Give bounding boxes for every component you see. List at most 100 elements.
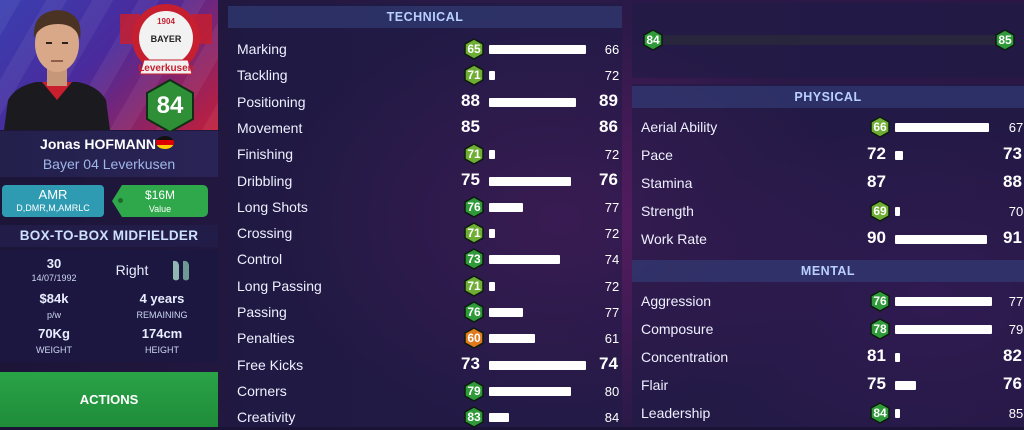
attribute-row-aggression: Aggression 76 77 [641,288,1023,314]
player-value-label: Value [148,204,172,214]
weight-cell: 70Kg WEIGHT [2,326,106,355]
player-wage: $84k [39,291,69,306]
attribute-row-aerial-ability: Aerial Ability 66 67 [641,114,1023,140]
attribute-current-hex-value: 84 [873,406,887,420]
player-weight: 70Kg [38,326,70,341]
attribute-current-hex-value: 76 [467,199,481,214]
badge-club-word: BAYER [151,34,182,44]
attribute-current-hex: 71 [463,64,485,87]
attribute-row-stamina: Stamina 87 88 [641,170,1022,196]
attribute-current-hex: 60 [463,327,485,350]
age-cell: 30 14/07/1992 [2,256,106,283]
attribute-name: Aerial Ability [641,119,718,135]
attribute-current-hex-value: 66 [873,120,887,134]
attribute-progress-bar [489,386,571,396]
attribute-current-hex-value: 71 [467,278,481,293]
attribute-row-flair: Flair 75 76 [641,372,1022,398]
preferred-foot: Right [115,262,149,278]
attribute-current: 88 [461,90,480,110]
player-height: 174cm [141,326,183,341]
attribute-name: Movement [237,119,303,136]
overall-rating: 84 [156,92,184,119]
contract-label: REMAINING [136,310,188,320]
attribute-name: Free Kicks [237,356,304,373]
attribute-name: Penalties [237,330,295,347]
attribute-name: Composure [641,321,714,337]
wage-label: p/w [46,310,61,320]
attribute-name: Long Passing [237,277,322,294]
attribute-current: 85 [461,116,480,136]
attribute-potential: 84 [604,410,620,426]
attribute-name: Leadership [641,405,711,421]
overall-current-hex-value: 84 [646,33,660,47]
attribute-progress-bar [895,235,987,244]
attribute-name: Control [237,251,283,268]
attribute-row-composure: Composure 78 79 [641,316,1024,342]
attribute-current: 75 [867,374,886,393]
attribute-current-hex: 76 [869,290,891,312]
attribute-progress-bar [489,308,523,317]
attribute-current-hex-value: 83 [467,410,481,425]
attribute-potential: 88 [1003,172,1022,191]
actions-button[interactable]: ACTIONS [0,372,218,427]
attribute-current-hex-value: 76 [467,305,481,319]
attribute-progress-bar [895,325,992,334]
attribute-progress-bar [895,151,903,160]
attribute-name: Marking [237,41,287,57]
attribute-name: Positioning [237,93,306,110]
value-tag[interactable]: $16M Value [112,185,208,217]
attribute-current-hex-value: 73 [467,252,481,267]
overall-current-hex: 84 [642,29,664,51]
attribute-current-hex: 71 [463,143,485,166]
attribute-progress-bar [489,150,495,160]
technical-panel: TECHNICAL Marking 65 66 Tackling 71 72 Positio… [228,3,622,429]
attribute-progress-bar [895,381,916,390]
attribute-potential: 79 [1008,322,1024,337]
attribute-current: 90 [867,228,886,247]
physical-mental-panel: PHYSICAL Aerial Ability 66 67 Pace 72 73 Stami… [632,84,1024,427]
attribute-row-concentration: Concentration 81 82 [641,344,1022,370]
badge-city: Leverkusen [138,63,194,74]
attribute-row-positioning: Positioning 88 89 [237,89,618,115]
attribute-potential: 66 [604,42,620,57]
technical-title: TECHNICAL [228,6,622,28]
attribute-progress-bar [489,176,571,186]
attribute-row-work-rate: Work Rate 90 91 [641,226,1022,252]
attribute-potential: 74 [604,252,620,268]
attribute-row-strength: Strength 69 70 [641,198,1023,224]
height-label: HEIGHT [144,345,179,355]
attribute-potential: 82 [1003,346,1022,365]
attribute-current-hex: 83 [463,406,485,429]
weight-label: WEIGHT [36,345,72,355]
attribute-current-hex: 73 [463,248,485,271]
overall-potential-hex-value: 85 [998,33,1012,47]
attribute-potential: 74 [599,353,618,373]
attribute-current-hex: 65 [463,38,485,60]
attribute-progress-bar [489,229,495,239]
attribute-name: Creativity [237,409,296,426]
player-portrait [4,10,110,130]
attribute-current-hex-value: 69 [873,204,887,218]
attribute-potential: 72 [604,147,620,163]
attribute-potential: 72 [604,68,620,84]
attribute-progress-bar [895,409,900,418]
position-button[interactable]: AMR D,DMR,M,AMRLC [2,185,104,217]
attribute-current: 81 [867,346,886,365]
attribute-progress-bar [489,413,509,423]
overall-progress-track [662,35,998,45]
attribute-progress-bar [489,202,523,212]
attribute-progress-bar [895,123,989,132]
contract-cell: 4 years REMAINING [110,291,214,320]
attribute-name: Flair [641,377,669,393]
attribute-potential: 85 [1008,406,1024,421]
attribute-name: Dribbling [237,172,293,189]
attribute-current-hex: 78 [869,318,891,340]
attribute-progress-bar [489,45,586,54]
attribute-row-penalties: Penalties 60 61 [237,325,619,351]
attribute-current: 87 [867,172,886,191]
attribute-current-hex: 76 [463,301,485,323]
attribute-row-passing: Passing 76 77 [237,299,619,325]
attribute-progress-bar [489,97,576,107]
badge-year: 1904 [157,17,175,26]
attribute-progress-bar [895,297,992,306]
